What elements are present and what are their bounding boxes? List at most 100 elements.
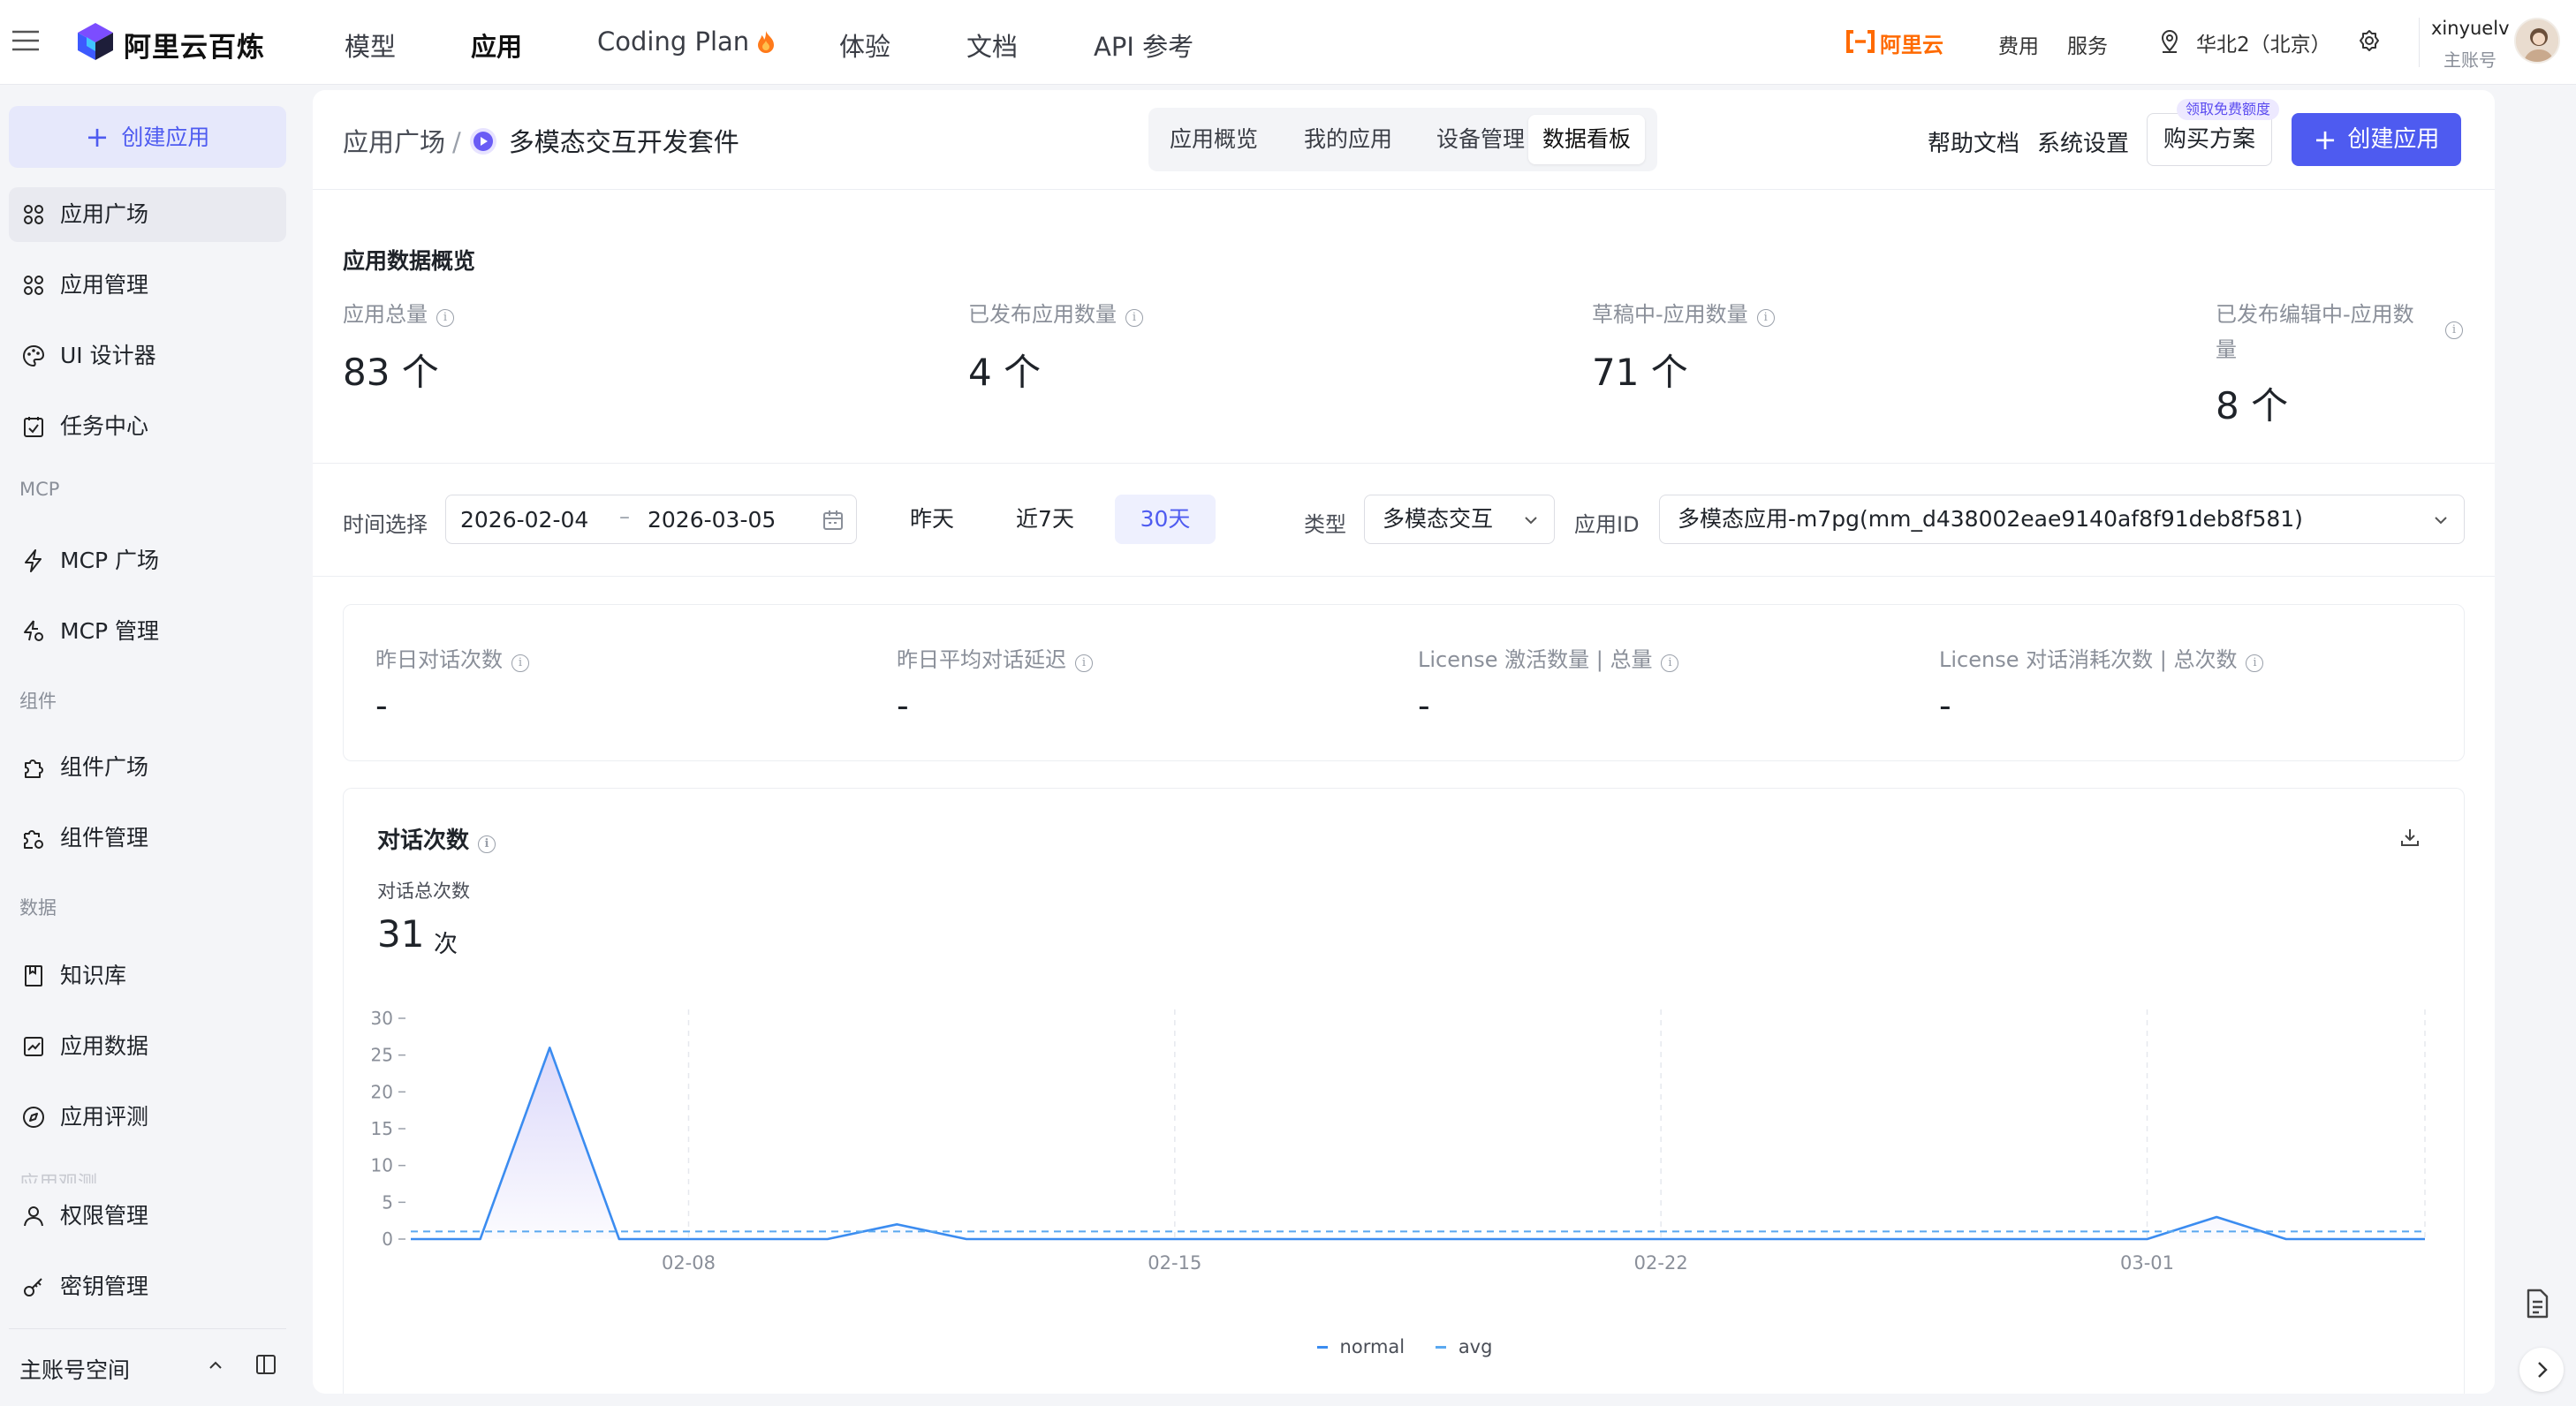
y-tick-label: 30 <box>371 1008 393 1029</box>
stat-value-total: 83 个 <box>343 351 439 394</box>
sidebar-item-key-manage[interactable]: 密钥管理 <box>9 1259 286 1314</box>
sidebar-item-ui-designer[interactable]: UI 设计器 <box>9 329 286 383</box>
info-icon[interactable]: i <box>2445 321 2463 339</box>
sidebar-item-label: UI 设计器 <box>60 343 156 368</box>
legend-item-normal[interactable]: normal <box>1316 1336 1405 1357</box>
quick-range-7days[interactable]: 近7天 <box>996 495 1094 544</box>
info-icon[interactable]: i <box>2246 654 2264 672</box>
fee-link[interactable]: 费用 <box>1998 29 2039 59</box>
aliyun-logo-icon[interactable] <box>1845 28 1876 55</box>
sidebar-item-task-center[interactable]: 任务中心 <box>9 399 286 454</box>
region-selector[interactable]: 华北2（北京） <box>2196 27 2331 57</box>
location-icon <box>2159 29 2180 54</box>
task-icon <box>21 414 46 439</box>
brand-name[interactable]: 阿里云百炼 <box>124 25 265 64</box>
chevron-down-icon <box>2432 511 2450 529</box>
calendar-icon[interactable] <box>821 508 845 533</box>
topnav-item-docs[interactable]: 文档 <box>966 26 1018 64</box>
info-icon[interactable]: i <box>1125 309 1143 327</box>
info-icon[interactable]: i <box>436 309 454 327</box>
legend-item-avg[interactable]: avg <box>1435 1336 1492 1357</box>
topnav-item-app[interactable]: 应用 <box>471 26 522 64</box>
metric-value-license-activation: - <box>1418 686 1430 725</box>
chevron-down-icon <box>1522 511 1540 529</box>
info-icon[interactable]: i <box>1756 309 1775 327</box>
info-icon[interactable]: i <box>511 654 529 672</box>
metric-value-yesterday-dialogs: - <box>375 686 388 725</box>
system-settings-link[interactable]: 系统设置 <box>2037 125 2129 158</box>
chart-legend: normal avg <box>344 1336 2466 1357</box>
brand-logo-icon[interactable] <box>76 21 115 62</box>
sidebar-item-app-evaluation[interactable]: 应用评测 <box>9 1090 286 1145</box>
end-date-input[interactable]: 2026-03-05 <box>648 507 776 533</box>
app-id-select[interactable]: 多模态应用-m7pg(mm_d438002eae9140af8f91deb8f5… <box>1659 495 2465 544</box>
stat-label-text: 已发布应用数量 <box>968 302 1117 327</box>
breadcrumb-root[interactable]: 应用广场 <box>343 127 445 157</box>
sidebar: + 创建应用 应用广场 应用管理 UI 设计器 任务中心 MCP MCP 广场 M… <box>0 85 306 1406</box>
palette-icon <box>21 344 46 368</box>
type-label: 类型 <box>1304 512 1346 537</box>
sidebar-item-label: 密钥管理 <box>60 1274 149 1299</box>
top-bar: 阿里云百炼 模型 应用 Coding Plan 体验 文档 API 参考 阿里云… <box>0 0 2576 85</box>
sidebar-create-label: 创建应用 <box>121 125 210 150</box>
info-icon[interactable]: i <box>1075 654 1093 672</box>
tab-data-dashboard[interactable]: 数据看板 <box>1528 115 1646 164</box>
topnav-item-model[interactable]: 模型 <box>345 26 396 64</box>
tab-device-manage[interactable]: 设备管理 <box>1422 115 1539 164</box>
buy-plan-button[interactable]: 购买方案 <box>2147 113 2272 166</box>
sidebar-item-label: 组件管理 <box>60 825 149 850</box>
metric-label-license-activation: License 激活数量 | 总量 i <box>1418 642 1679 673</box>
help-docs-link[interactable]: 帮助文档 <box>1928 125 2019 158</box>
info-icon[interactable]: i <box>1661 654 1679 672</box>
type-select-value: 多模态交互 <box>1383 506 1494 532</box>
topnav-item-api[interactable]: API 参考 <box>1094 26 1193 64</box>
document-icon[interactable] <box>2523 1288 2551 1319</box>
y-tick-label: 25 <box>371 1045 393 1066</box>
tab-my-apps[interactable]: 我的应用 <box>1290 115 1406 164</box>
x-tick-label: 03-01 <box>2120 1252 2174 1274</box>
sidebar-item-app-manage[interactable]: 应用管理 <box>9 258 286 313</box>
dialog-count-chart: 0 5 10 15 20 25 30 02-08 02-15 02-22 03-01 <box>371 1008 2426 1274</box>
y-tick-label: 15 <box>371 1118 393 1139</box>
topnav-item-coding-plan[interactable]: Coding Plan <box>597 26 776 57</box>
overview-title: 应用数据概览 <box>343 248 476 274</box>
sidebar-item-component-manage[interactable]: 组件管理 <box>9 811 286 866</box>
book-icon <box>21 964 46 988</box>
sidebar-item-knowledge-base[interactable]: 知识库 <box>9 949 286 1003</box>
coding-plan-label: Coding Plan <box>597 26 750 57</box>
sidebar-divider <box>9 1328 286 1329</box>
create-app-button[interactable]: + 创建应用 <box>2292 113 2461 166</box>
account-space-label[interactable]: 主账号空间 <box>19 1353 130 1385</box>
chevron-up-icon[interactable] <box>207 1357 224 1374</box>
service-link[interactable]: 服务 <box>2067 29 2108 59</box>
type-select[interactable]: 多模态交互 <box>1364 495 1555 544</box>
collapse-sidebar-icon[interactable] <box>254 1353 277 1376</box>
hamburger-menu-icon[interactable] <box>12 30 39 51</box>
sidebar-item-permission[interactable]: 权限管理 <box>9 1189 286 1243</box>
quick-range-30days[interactable]: 30天 <box>1115 495 1216 544</box>
y-tick-label: 0 <box>382 1228 393 1250</box>
sidebar-create-app-button[interactable]: + 创建应用 <box>9 106 286 168</box>
sidebar-item-mcp-square[interactable]: MCP 广场 <box>9 533 286 588</box>
sidebar-item-app-square[interactable]: 应用广场 <box>9 187 286 242</box>
gear-icon[interactable] <box>2357 28 2382 53</box>
sidebar-item-app-data[interactable]: 应用数据 <box>9 1019 286 1074</box>
metric-label-text: 昨日对话次数 <box>375 647 503 672</box>
stat-label-editing-wrap: 量 <box>2216 337 2237 362</box>
quick-range-yesterday[interactable]: 昨天 <box>885 495 979 544</box>
user-name[interactable]: xinyuelv <box>2431 18 2510 39</box>
topnav-item-experience[interactable]: 体验 <box>839 26 890 64</box>
date-range-picker[interactable]: 2026-02-04 – 2026-03-05 <box>445 495 857 544</box>
expand-panel-button[interactable] <box>2519 1348 2564 1392</box>
sidebar-item-component-square[interactable]: 组件广场 <box>9 740 286 795</box>
legend-label: normal <box>1339 1336 1405 1357</box>
tabs-overlay: 我的应用 设备管理 数据看板 <box>1148 108 1657 171</box>
sidebar-item-observe-faded[interactable]: 应用观测 <box>19 1168 97 1183</box>
stat-label-total: 应用总量 i <box>343 297 454 328</box>
sidebar-item-mcp-manage[interactable]: MCP 管理 <box>9 604 286 659</box>
page-title: 多模态交互开发套件 <box>508 127 739 157</box>
avatar[interactable] <box>2514 18 2560 64</box>
start-date-input[interactable]: 2026-02-04 <box>460 507 588 533</box>
aliyun-link[interactable]: 阿里云 <box>1880 27 1943 58</box>
free-quota-badge[interactable]: 领取免费额度 <box>2177 99 2280 120</box>
